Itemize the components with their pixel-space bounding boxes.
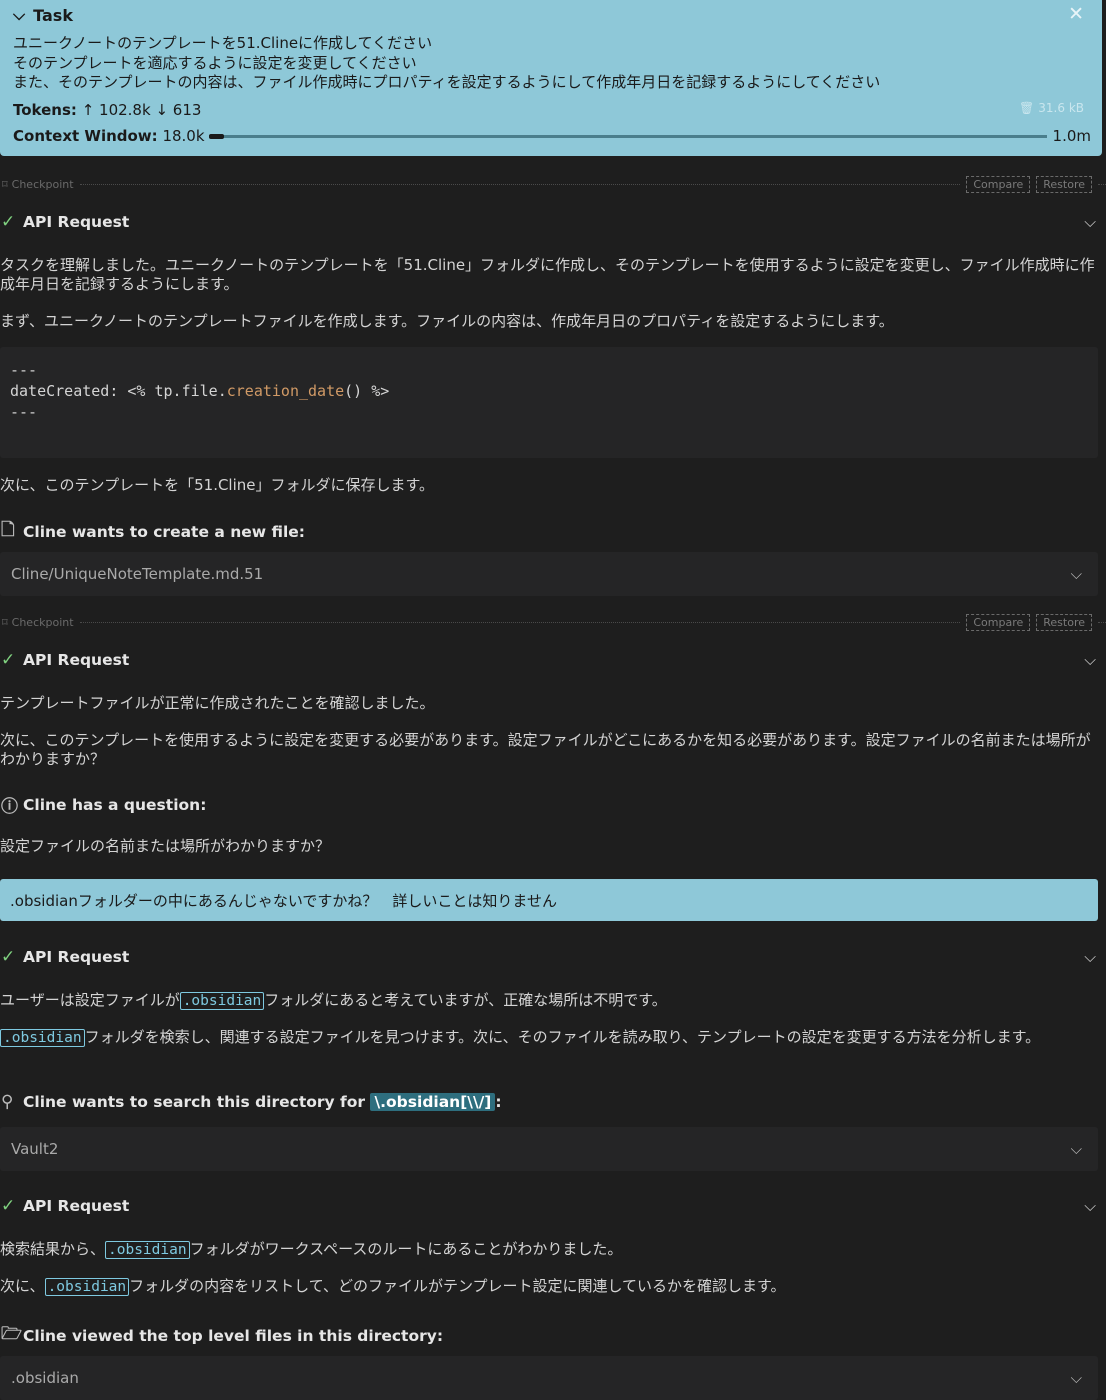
bookmark-icon: ⌑ (2, 615, 8, 629)
chevron-down-icon[interactable]: ⌵ (1071, 565, 1082, 583)
api-request-header[interactable]: ✓ API Request ⌵ (0, 650, 1106, 670)
close-icon[interactable]: ✕ (1068, 3, 1084, 25)
api-request-header[interactable]: ✓ API Request ⌵ (0, 947, 1106, 967)
folder-open-icon: 🗁 (1, 1324, 23, 1344)
assistant-text: 検索結果から、 .obsidian フォルダがワークスペースのルートにあることがわか… (0, 1240, 623, 1259)
task-text: ユニークノートのテンプレートを51.Clineに作成してください そのテンプレー… (13, 34, 881, 91)
check-icon: ✓ (1, 650, 16, 670)
chevron-down-icon[interactable]: ⌵ (1084, 1197, 1096, 1216)
chevron-down-icon[interactable]: ⌵ (1071, 1140, 1082, 1158)
new-file-icon: 🗋 (1, 520, 15, 540)
assistant-text: テンプレートファイルが正常に作成されたことを確認しました。 (0, 694, 435, 712)
context-progress-fill (208, 133, 224, 139)
assistant-text: 次に、このテンプレートを使用するように設定を変更する必要があります。設定ファイル… (0, 731, 1091, 768)
file-path-row[interactable]: Cline/UniqueNoteTemplate.md.51 ⌵ (0, 552, 1098, 596)
assistant-text: まず、ユニークノートのテンプレートファイルを作成します。ファイルの内容は、作成年… (0, 312, 894, 330)
task-size[interactable]: 🗑 31.6 kB (1019, 101, 1084, 115)
context-window: Context Window: 18.0k 1.0m (13, 127, 1091, 145)
bookmark-icon: ⌑ (2, 177, 8, 191)
chevron-down-icon[interactable]: ⌵ (1084, 948, 1096, 967)
inline-code: .obsidian (179, 992, 265, 1010)
restore-button[interactable]: Restore (1036, 175, 1092, 193)
chevron-down-icon[interactable]: ⌵ (1071, 1369, 1082, 1387)
viewed-files-header: 🗁 Cline viewed the top level files in th… (0, 1321, 1106, 1350)
user-reply: .obsidianフォルダーの中にあるんじゃないですかね？ 詳しいことは知りませ… (0, 879, 1098, 921)
api-request-header[interactable]: ✓ API Request ⌵ (0, 1196, 1106, 1216)
context-progress-bar (208, 133, 1047, 139)
check-icon: ✓ (1, 1196, 16, 1216)
assistant-text: ユーザーは設定ファイルが .obsidian フォルダにあると考えていますが、正確な… (0, 991, 667, 1010)
question-icon: ⓘ (1, 797, 18, 817)
assistant-text: 次に、 .obsidian フォルダの内容をリストして、どのファイルがテンプレート設… (0, 1277, 786, 1296)
chevron-down-icon[interactable]: ⌵ (1084, 213, 1096, 232)
checkpoint-row: ⌑ Checkpoint Compare Restore (0, 612, 1106, 632)
restore-button[interactable]: Restore (1036, 613, 1092, 631)
search-header: ⚲ Cline wants to search this directory f… (1, 1092, 502, 1112)
task-toggle[interactable]: ⌵ Task (13, 5, 73, 25)
question-header: ⓘ Cline has a question: (0, 792, 1106, 818)
task-title: Task (33, 5, 73, 25)
chevron-down-icon: ⌵ (13, 5, 26, 24)
assistant-text: タスクを理解しました。ユニークノートのテンプレートを「51.Cline」フォルダ… (0, 256, 1095, 293)
compare-button[interactable]: Compare (966, 613, 1031, 631)
inline-code: .obsidian (0, 1029, 85, 1047)
search-pattern: \.obsidian[\\/] (370, 1093, 496, 1111)
chevron-down-icon[interactable]: ⌵ (1084, 651, 1096, 670)
trash-icon: 🗑 (1019, 101, 1035, 115)
search-icon: ⚲ (1, 1092, 14, 1112)
api-request-header[interactable]: ✓ API Request ⌵ (0, 212, 1106, 232)
inline-code: .obsidian (44, 1278, 130, 1296)
question-text: 設定ファイルの名前または場所がわかりますか？ (0, 837, 331, 855)
directory-row[interactable]: .obsidian ⌵ (0, 1356, 1098, 1400)
checkpoint-row: ⌑ Checkpoint Compare Restore (0, 174, 1106, 194)
check-icon: ✓ (1, 947, 16, 967)
compare-button[interactable]: Compare (966, 175, 1031, 193)
check-icon: ✓ (1, 212, 16, 232)
task-panel: ⌵ Task ✕ ユニークノートのテンプレートを51.Clineに作成してくださ… (0, 0, 1102, 156)
inline-code: .obsidian (105, 1241, 190, 1259)
assistant-text: 次に、このテンプレートを「51.Cline」フォルダに保存します。 (0, 476, 435, 494)
assistant-text: .obsidian フォルダを検索し、関連する設定ファイルを見つけます。次に、その… (0, 1028, 1098, 1048)
directory-row[interactable]: Vault2 ⌵ (0, 1127, 1098, 1171)
create-file-header: 🗋 Cline wants to create a new file: (0, 517, 1106, 546)
tokens-info: Tokens: ↑ 102.8k ↓ 613 (13, 101, 202, 119)
code-block: --- dateCreated: <% tp.file.creation_dat… (0, 347, 1098, 458)
